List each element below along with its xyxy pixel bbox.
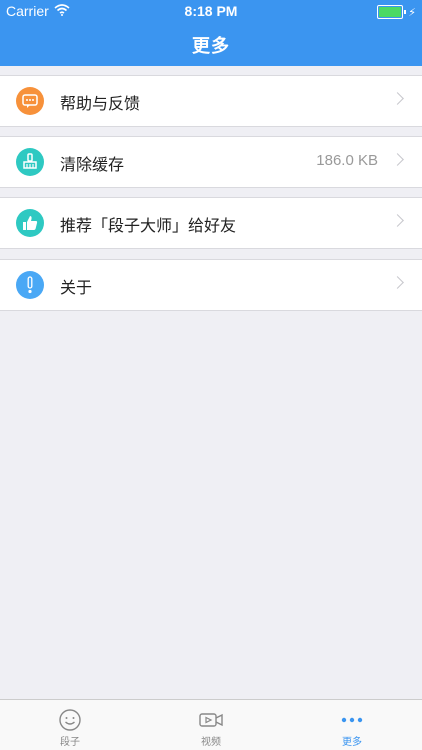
menu-item-label: 推荐「段子大师」给好友	[60, 218, 237, 235]
battery-icon: ⚡	[377, 5, 416, 19]
nav-header: Carrier 8:18 PM ⚡ 更多	[0, 0, 422, 66]
menu-item-recommend[interactable]: 推荐「段子大师」给好友	[0, 197, 422, 249]
exclamation-icon	[16, 271, 44, 299]
chevron-right-icon	[391, 92, 404, 105]
chat-bubble-icon	[16, 87, 44, 115]
menu-item-about[interactable]: 关于	[0, 259, 422, 311]
tab-jokes[interactable]: 段子	[0, 700, 140, 750]
thumbs-up-icon	[16, 209, 44, 237]
menu-item-clear-cache[interactable]: 清除缓存 186.0 KB	[0, 136, 422, 188]
tab-label: 更多	[342, 737, 362, 748]
tab-more[interactable]: 更多	[282, 700, 422, 750]
tab-label: 视频	[201, 737, 221, 748]
charging-icon: ⚡	[408, 6, 416, 19]
page-title: 更多	[192, 36, 230, 56]
tab-video[interactable]: 视频	[141, 700, 281, 750]
menu-item-label: 关于	[60, 280, 93, 297]
brush-icon	[16, 148, 44, 176]
status-time: 8:18 PM	[184, 3, 238, 19]
cache-size-value: 186.0 KB	[316, 152, 378, 169]
tab-label: 段子	[60, 737, 80, 748]
chevron-right-icon	[391, 214, 404, 227]
status-bar: Carrier 8:18 PM ⚡	[0, 0, 422, 22]
tab-bar: 段子 视频 更多	[0, 699, 422, 750]
chevron-right-icon	[391, 276, 404, 289]
menu-item-help[interactable]: 帮助与反馈	[0, 75, 422, 127]
menu-item-label: 帮助与反馈	[60, 96, 141, 113]
menu-item-label: 清除缓存	[60, 157, 125, 174]
chevron-right-icon	[391, 153, 404, 166]
